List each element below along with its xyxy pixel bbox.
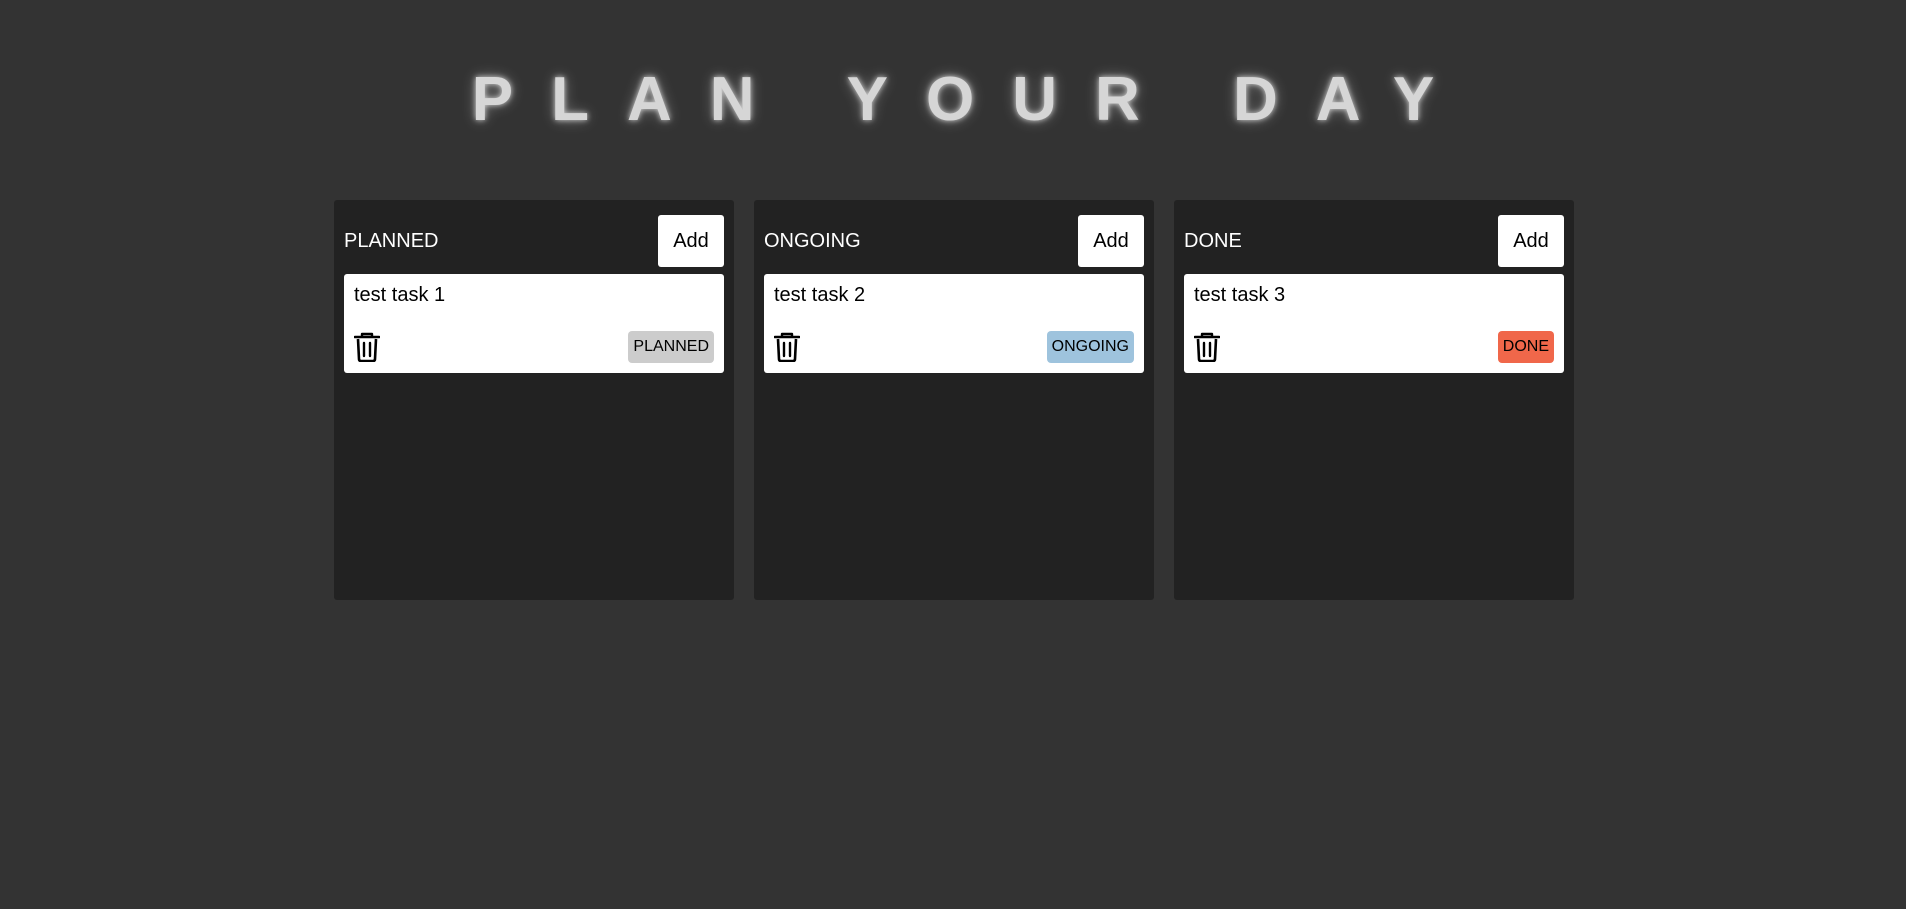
column-ongoing: ONGOING Add test task 2 ONGOING [754, 200, 1154, 600]
column-header: ONGOING Add [764, 215, 1144, 267]
column-title: DONE [1184, 229, 1242, 252]
trash-icon[interactable] [354, 332, 380, 362]
status-badge: ONGOING [1046, 331, 1134, 363]
trash-icon[interactable] [774, 332, 800, 362]
task-text: test task 3 [1194, 284, 1286, 306]
add-task-button[interactable]: Add [1498, 215, 1564, 267]
task-footer: DONE [1194, 331, 1554, 363]
column-header: PLANNED Add [344, 215, 724, 267]
column-title: PLANNED [344, 229, 439, 252]
trash-icon[interactable] [1194, 332, 1220, 362]
column-done: DONE Add test task 3 DONE [1174, 200, 1574, 600]
add-task-button[interactable]: Add [658, 215, 724, 267]
page-title: PLAN YOUR DAY [471, 65, 1473, 134]
task-card[interactable]: test task 2 ONGOING [764, 274, 1144, 373]
column-planned: PLANNED Add test task 1 PLANNED [334, 200, 734, 600]
status-badge: PLANNED [628, 331, 714, 363]
task-card[interactable]: test task 3 DONE [1184, 274, 1564, 373]
task-text: test task 1 [354, 284, 446, 306]
column-header: DONE Add [1184, 215, 1564, 267]
task-board: PLANNED Add test task 1 PLANNED ONGOING … [334, 200, 1574, 600]
status-badge: DONE [1497, 331, 1554, 363]
column-title: ONGOING [764, 229, 861, 252]
add-task-button[interactable]: Add [1078, 215, 1144, 267]
task-card[interactable]: test task 1 PLANNED [344, 274, 724, 373]
task-footer: PLANNED [354, 331, 714, 363]
task-text: test task 2 [774, 284, 866, 306]
task-footer: ONGOING [774, 331, 1134, 363]
